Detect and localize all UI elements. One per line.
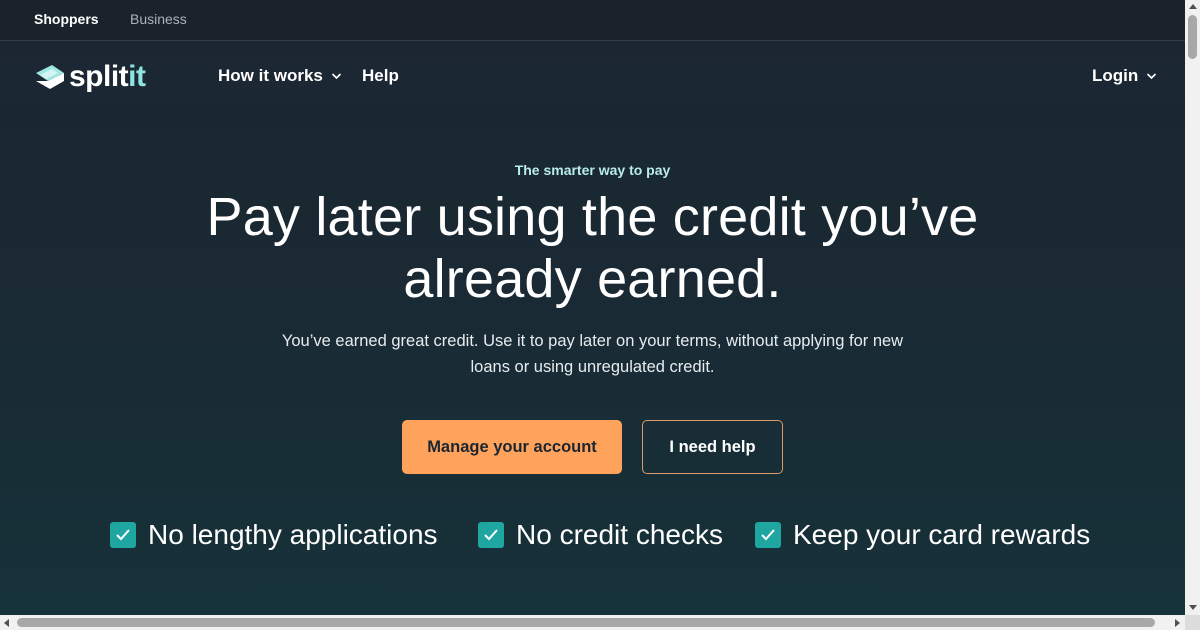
manage-account-button[interactable]: Manage your account (402, 420, 622, 474)
check-icon (110, 522, 136, 548)
hero-headline: Pay later using the credit you’ve alread… (206, 187, 979, 309)
horizontal-scrollbar[interactable] (0, 615, 1185, 630)
business-tab[interactable]: Business (130, 11, 187, 27)
nav-how-it-works[interactable]: How it works (218, 66, 342, 86)
benefit-item: Keep your card rewards (755, 517, 1090, 553)
benefit-label: Keep your card rewards (793, 519, 1091, 550)
nav-help-label: Help (362, 66, 399, 85)
need-help-button[interactable]: I need help (642, 420, 783, 474)
scroll-down-arrow-icon[interactable] (1189, 605, 1197, 610)
vertical-scroll-thumb[interactable] (1188, 15, 1197, 59)
benefit-item: No credit checks (478, 517, 723, 553)
chevron-down-icon (1147, 73, 1157, 80)
benefit-label: No lengthy applications (148, 519, 438, 550)
shoppers-tab[interactable]: Shoppers (34, 11, 99, 27)
logo-wordmark-accent: it (128, 60, 146, 93)
nav-login[interactable]: Login (1092, 66, 1157, 86)
hero-subtext: You’ve earned great credit. Use it to pa… (281, 332, 904, 376)
scroll-right-arrow-icon[interactable] (1175, 619, 1180, 627)
benefit-label: No credit checks (516, 519, 723, 550)
scroll-up-arrow-icon[interactable] (1189, 4, 1197, 9)
splitit-logo[interactable]: splitit (34, 59, 160, 95)
nav-help[interactable]: Help (362, 66, 399, 86)
splitit-logo-icon (36, 65, 64, 89)
audience-switcher-bar: Shoppers Business (0, 0, 1185, 41)
scroll-left-arrow-icon[interactable] (4, 619, 9, 627)
hero-eyebrow: The smarter way to pay (514, 162, 671, 178)
page-viewport: Shoppers Business splitit How it works H… (0, 0, 1185, 615)
chevron-down-icon (331, 73, 341, 80)
benefit-item: No lengthy applications (110, 517, 438, 553)
check-icon (755, 522, 781, 548)
vertical-scrollbar[interactable] (1185, 0, 1200, 615)
logo-wordmark: splitit (69, 60, 146, 93)
main-navbar: splitit How it works Help Login (0, 41, 1185, 113)
nav-how-it-works-label: How it works (218, 66, 323, 85)
check-icon (478, 522, 504, 548)
nav-login-label: Login (1092, 66, 1139, 85)
horizontal-scroll-thumb[interactable] (17, 618, 1155, 627)
scroll-corner (1185, 615, 1200, 630)
